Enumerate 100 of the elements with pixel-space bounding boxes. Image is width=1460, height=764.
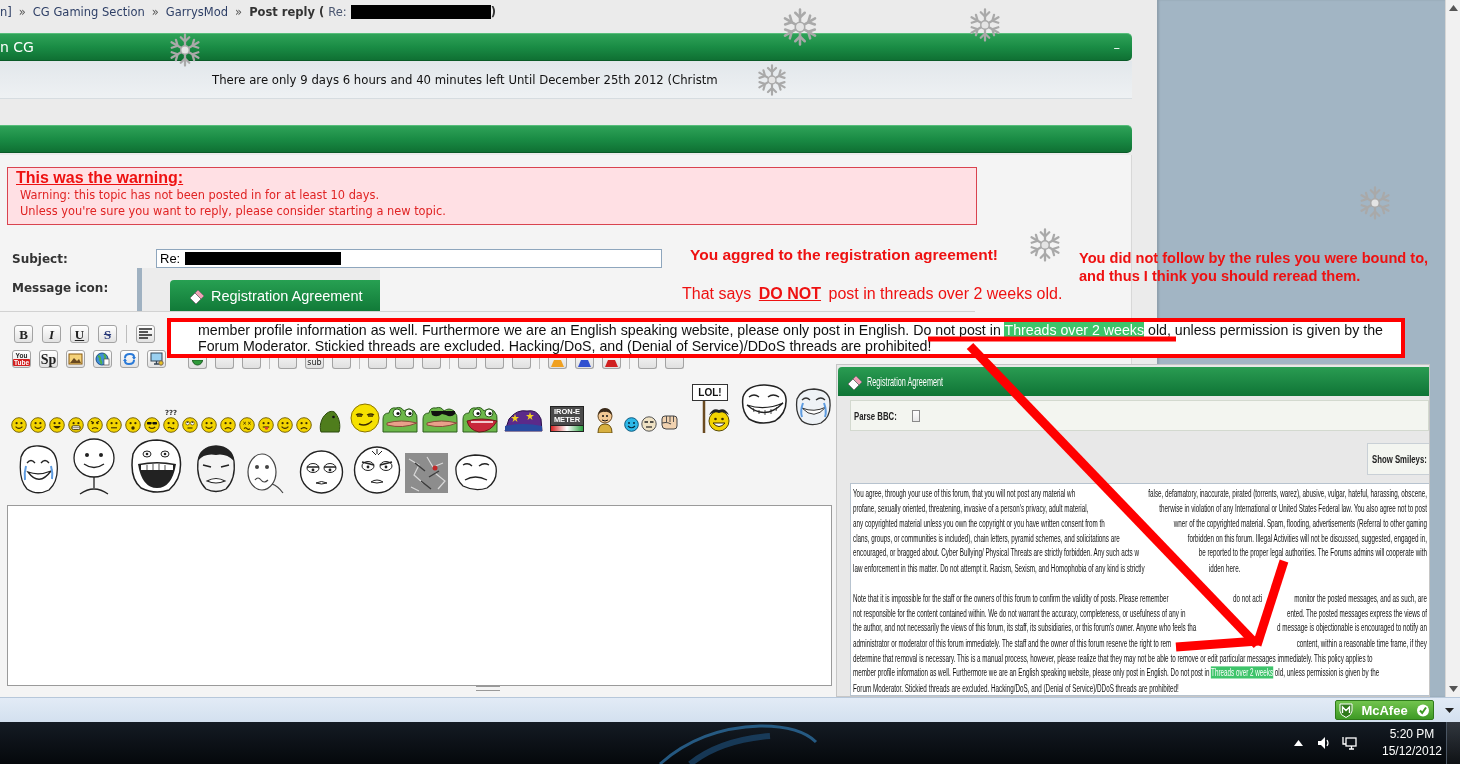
agreement-text: law enforcement in this matter. Do not attempt it. Racism, Sexism, and Homophobia of any kind is strictly <box>853 560 1145 576</box>
smiley-icon[interactable] <box>296 417 312 433</box>
speaker-icon[interactable] <box>1317 736 1331 750</box>
snowflake-icon <box>1358 186 1392 220</box>
sign-board: LOL! <box>692 384 728 401</box>
agreement-text: determine that removal is necessary. This is a manual process, however, please realize that they may not be able to remove or edit particular messages immediately. This policy applies to <box>853 650 1373 666</box>
breadcrumb-separator: » <box>235 4 243 20</box>
breadcrumb-current: Post reply ( <box>249 4 325 20</box>
smiley-icon[interactable] <box>87 417 103 433</box>
smiley-icon[interactable] <box>68 417 84 433</box>
breadcrumb-current: ) <box>490 4 496 20</box>
tray-expand-icon[interactable] <box>1294 740 1303 746</box>
cartoon-man-icon[interactable] <box>595 407 615 433</box>
callout-text: member profile information as well. Furthermore we are an English speaking website, please only post in English. Do not post in Threads over 2 weeks old, unless permission is given by the Forum Moderator. Stickied threads are excluded. Hacking/DoS, and (Denial of Service)/DDoS threads are prohibited! <box>198 322 1384 354</box>
agreement-text: the author, and not necessarily the views of this forum, its staff, its subsidiaries, or this forum's owner. Anyone who feels tha <box>853 620 1197 636</box>
agreement-text: idden here. <box>1208 560 1241 576</box>
blob-icon[interactable] <box>318 409 342 433</box>
globe-icon <box>95 352 110 366</box>
field-label: Parse BBC: <box>854 409 897 422</box>
agreement-text: clans, groups, or communities is included), chain letters, pyramid schemes, and solicitations are <box>853 530 1120 546</box>
troll-face-icon[interactable] <box>739 383 789 425</box>
breadcrumb-link[interactable]: GarrysMod <box>165 4 229 20</box>
cartoon-face-icon[interactable] <box>352 445 402 495</box>
section-title: Registration Agreement <box>867 373 944 390</box>
field-label: Show Smileys: <box>1372 453 1427 465</box>
network-icon[interactable] <box>1342 735 1357 751</box>
computer-icon <box>149 352 164 366</box>
fist-icon[interactable] <box>659 413 679 431</box>
scrollbar[interactable] <box>1445 0 1460 697</box>
message-field[interactable] <box>7 505 832 686</box>
swap-button[interactable] <box>120 350 139 368</box>
agreement-text: wner of the copyrighted material. Spam, flooding, advertisements (Referral to other gaming <box>1173 516 1427 531</box>
agreement-text: do not acti <box>1233 590 1263 606</box>
smiley-icon[interactable] <box>144 417 160 433</box>
field-label: Subject: <box>11 251 69 266</box>
breadcrumb-link[interactable]: n] <box>0 4 12 20</box>
resize-grip-icon[interactable] <box>476 686 500 691</box>
subject-field[interactable]: Re: <box>156 249 662 268</box>
smiley-icon[interactable] <box>49 417 65 433</box>
agreement-text: administrator or moderator of this forum immediately. The staff and the owner of this forum reserve the right to rem <box>853 635 1172 651</box>
check-icon <box>1416 702 1430 718</box>
smiley-icon[interactable] <box>163 417 179 433</box>
globe-button[interactable] <box>93 350 112 368</box>
up-arrow-icon[interactable] <box>1448 5 1458 11</box>
show-desktop-button[interactable] <box>1446 722 1460 764</box>
section-title: n CG <box>0 39 34 55</box>
troll-face-icon[interactable] <box>453 453 498 491</box>
agreement-text: Note that it is impossible for the staff or the owners of this forum to confirm the validity of posts. Please remember <box>853 590 1169 606</box>
italic-button[interactable]: I <box>42 325 61 343</box>
agreement-text: encouraged, or bragged about. Cyber Bullying/ Physical Threats are strictly forbidden. Any such acts w <box>853 545 1139 561</box>
agreement-text: member profile information as well. Furthermore we are an English speaking website, please only post in English. Do not post inThreads over 2 weeksold, unless permission is given by the <box>853 665 1380 681</box>
breadcrumb-separator: » <box>151 4 159 20</box>
network-button[interactable] <box>147 350 166 368</box>
bold-button[interactable]: B <box>14 325 33 343</box>
agreement-text: monitor the posted messages, and as such, are <box>1294 590 1427 606</box>
agreement-text: profane, sexually oriented, threatening, invasive of a person's privacy, adult material, <box>853 501 1089 516</box>
dropdown-arrow-icon[interactable] <box>1445 707 1454 713</box>
agreement-text: any copyrighted material unless you own the copyright or you have written consent from th <box>853 516 1105 531</box>
smiley-icon[interactable] <box>201 417 217 433</box>
annotation-text: You aggred to the registration agreement! <box>690 246 999 264</box>
tab-title: Registration Agreement <box>211 287 363 304</box>
smiley-icon[interactable] <box>641 416 657 432</box>
collapse-button[interactable]: – <box>1113 39 1120 55</box>
toolbar-button[interactable] <box>188 358 207 369</box>
smiley-icon[interactable] <box>350 403 380 433</box>
smiley-icon[interactable] <box>624 417 639 432</box>
checkbox[interactable] <box>911 409 920 422</box>
smiley-icon[interactable] <box>106 417 122 433</box>
agreement-text: forbidden on this forum. Illegal Activities will not be discussed, suggested, engaged in, <box>1187 530 1427 546</box>
frog-icon[interactable] <box>421 405 459 433</box>
image-button[interactable] <box>66 350 85 368</box>
picture-icon <box>68 352 83 366</box>
snowflake-icon <box>756 64 788 96</box>
spoiler-button[interactable]: Sp <box>39 350 58 368</box>
field-label: Message icon: <box>11 280 110 295</box>
agreement-text: Forum Moderator. Stickied threads are excluded. Hacking/DoS, and (Denial of Service)/DDoS threads are prohibited! <box>853 680 1179 695</box>
clock-time[interactable]: 5:20 PM <box>1389 726 1435 743</box>
align-left-button[interactable] <box>136 325 155 343</box>
cartoon-face-icon[interactable] <box>244 450 285 495</box>
annotation-text: You did not follow by the rules you were bound to, and thus I think you should reread them. <box>1079 249 1430 285</box>
underline-button[interactable]: U <box>70 325 89 343</box>
agreement-text: false, defamatory, inaccurate, pirated (torrents, warez), abusive, vulgar, hateful, harassing, obscene, <box>1148 486 1427 501</box>
breadcrumb-subject: Re: <box>328 4 347 20</box>
smiley-icon[interactable] <box>277 417 293 433</box>
cartoon-face-icon[interactable] <box>298 448 345 495</box>
frog-icon[interactable] <box>381 405 419 433</box>
strikethrough-button[interactable]: S <box>98 325 117 343</box>
frog-icon[interactable] <box>461 405 499 433</box>
down-arrow-icon[interactable] <box>1448 686 1458 692</box>
breadcrumb-link[interactable]: CG Gaming Section <box>32 4 145 20</box>
smiley-icon[interactable] <box>220 417 236 433</box>
snowflake-icon <box>168 33 202 67</box>
smiley-icon[interactable] <box>11 417 27 433</box>
crumpled-paper-icon[interactable] <box>405 453 448 493</box>
agreement-text: ented. The posted messages express the views of <box>1286 605 1427 621</box>
smiley-icon[interactable] <box>125 417 141 433</box>
troll-face-icon[interactable] <box>794 387 832 427</box>
clock-date[interactable]: 15/12/2012 <box>1381 743 1443 760</box>
smiley-icon[interactable] <box>30 417 46 433</box>
align-left-icon <box>138 327 153 341</box>
